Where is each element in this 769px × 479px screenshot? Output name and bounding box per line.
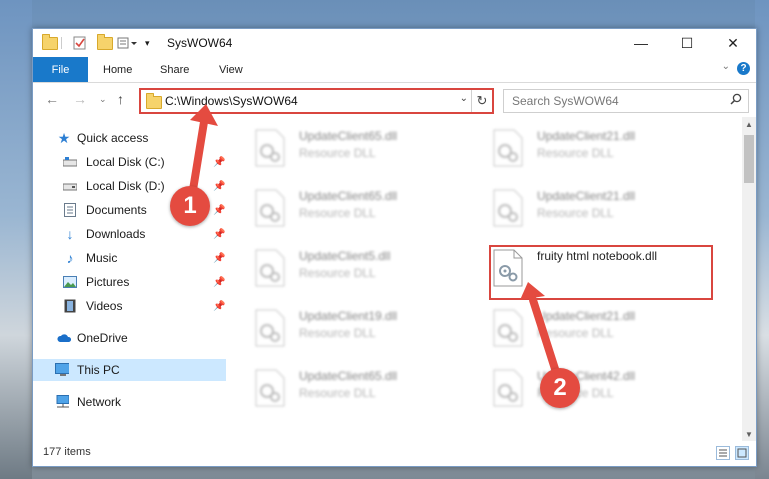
step-2-callout: 2: [540, 368, 580, 408]
step-1-callout: 1: [170, 186, 210, 226]
arrow-head-1: [190, 104, 218, 126]
arrow-to-file: [529, 296, 560, 376]
arrow-head-2: [520, 282, 545, 300]
arrow-to-address-bar: [188, 118, 208, 200]
annotation-arrows: [188, 104, 560, 376]
